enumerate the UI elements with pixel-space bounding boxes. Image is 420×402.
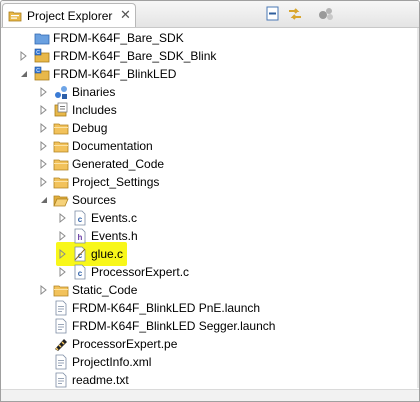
c-source-file-icon: c	[72, 210, 88, 226]
tree-item[interactable]: ProcessorExpert.pe	[1, 335, 419, 353]
tree-item-label: FRDM-K64F_Bare_SDK_Blink	[53, 49, 217, 63]
project-explorer-icon	[8, 9, 22, 26]
tree-item[interactable]: Project_Settings	[1, 173, 419, 191]
tree-item[interactable]: Generated_Code	[1, 155, 419, 173]
svg-text:C: C	[36, 50, 40, 56]
tree-item[interactable]: Debug	[1, 119, 419, 137]
project-icon: C	[34, 48, 50, 64]
tree-item-label: Includes	[72, 103, 117, 117]
tree-item-label: FRDM-K64F_BlinkLED PnE.launch	[72, 301, 261, 315]
view-header: Project Explorer ✕	[1, 1, 419, 28]
svg-text:C: C	[36, 68, 40, 74]
tree-item[interactable]: Documentation	[1, 137, 419, 155]
folder-icon	[53, 174, 69, 190]
folder-icon	[53, 156, 69, 172]
tree-item[interactable]: FRDM-K64F_BlinkLED PnE.launch	[1, 299, 419, 317]
tree-item[interactable]: FRDM-K64F_BlinkLED Segger.launch	[1, 317, 419, 335]
tree-item[interactable]: ProjectInfo.xml	[1, 353, 419, 371]
collapsed-arrow-icon[interactable]	[39, 284, 49, 296]
project-explorer-panel: Project Explorer ✕ FRDM-K64F_Bare_SDK C FR…	[0, 0, 420, 402]
tree-item[interactable]: readme.txt	[1, 371, 419, 389]
tree-item-label: Events.c	[91, 211, 138, 225]
collapsed-arrow-icon[interactable]	[58, 212, 68, 224]
tree-item-label: Documentation	[72, 139, 153, 153]
collapsed-arrow-icon[interactable]	[58, 248, 68, 260]
tree-item-label: Debug	[72, 121, 108, 135]
tree-item[interactable]: c glue.c	[1, 245, 419, 263]
tree-item-label: readme.txt	[72, 373, 129, 387]
expanded-arrow-icon[interactable]	[39, 194, 49, 206]
tree-item-label: FRDM-K64F_Bare_SDK	[53, 31, 184, 45]
tree-item-label: Sources	[72, 193, 117, 207]
tree-item-label: Generated_Code	[72, 157, 165, 171]
collapsed-arrow-icon[interactable]	[39, 104, 49, 116]
project-icon: C	[34, 66, 50, 82]
horizontal-scrollbar[interactable]	[1, 389, 419, 401]
tree-item-label: FRDM-K64F_BlinkLED Segger.launch	[72, 319, 276, 333]
file-icon	[53, 318, 69, 334]
file-icon	[53, 354, 69, 370]
collapsed-arrow-icon[interactable]	[58, 266, 68, 278]
collapsed-arrow-icon[interactable]	[39, 140, 49, 152]
collapsed-arrow-icon[interactable]	[39, 176, 49, 188]
tree-item[interactable]: c Events.c	[1, 209, 419, 227]
tree-item-label: glue.c	[91, 247, 124, 261]
header-file-icon: h	[72, 228, 88, 244]
collapse-all-icon[interactable]	[264, 5, 282, 23]
tree-item-label: ProjectInfo.xml	[72, 355, 152, 369]
tree-item-label: Project_Settings	[72, 175, 160, 189]
tree-item-label: ProcessorExpert.pe	[72, 337, 178, 351]
tree-item-label: Binaries	[72, 85, 116, 99]
binaries-icon	[53, 84, 69, 100]
folder-icon	[53, 282, 69, 298]
tree-item[interactable]: C FRDM-K64F_Bare_SDK_Blink	[1, 47, 419, 65]
svg-text:c: c	[78, 269, 83, 278]
tree-item[interactable]: Binaries	[1, 83, 419, 101]
svg-text:c: c	[78, 215, 83, 224]
tree-item[interactable]: h Events.h	[1, 227, 419, 245]
tree-item[interactable]: Static_Code	[1, 281, 419, 299]
tree-item-label: Static_Code	[72, 283, 138, 297]
tree-item-label: FRDM-K64F_BlinkLED	[53, 67, 177, 81]
tree-item[interactable]: Sources	[1, 191, 419, 209]
svg-text:h: h	[78, 233, 83, 242]
collapsed-arrow-icon[interactable]	[39, 122, 49, 134]
expanded-arrow-icon[interactable]	[19, 68, 29, 80]
file-icon	[53, 300, 69, 316]
folder-icon	[53, 120, 69, 136]
includes-icon	[53, 102, 69, 118]
view-menu-icon[interactable]	[317, 5, 335, 23]
tree-item[interactable]: FRDM-K64F_Bare_SDK	[1, 29, 419, 47]
processor-expert-icon	[53, 336, 69, 352]
folder-icon	[53, 138, 69, 154]
folder-open-icon	[53, 192, 69, 208]
c-source-file-excluded-icon: c	[72, 246, 88, 262]
collapsed-arrow-icon[interactable]	[58, 230, 68, 242]
vertical-scrollbar[interactable]	[417, 28, 419, 388]
file-icon	[53, 372, 69, 388]
tab-project-explorer[interactable]: Project Explorer ✕	[2, 3, 136, 27]
link-with-editor-icon[interactable]	[286, 5, 304, 23]
tree-item-label: ProcessorExpert.c	[91, 265, 190, 279]
c-source-file-icon: c	[72, 264, 88, 280]
collapsed-arrow-icon[interactable]	[39, 86, 49, 98]
collapsed-arrow-icon[interactable]	[19, 50, 29, 62]
tree-item[interactable]: Includes	[1, 101, 419, 119]
tab-label: Project Explorer	[27, 9, 113, 23]
collapsed-arrow-icon[interactable]	[39, 158, 49, 170]
project-closed-icon	[34, 30, 50, 46]
tree-item[interactable]: c ProcessorExpert.c	[1, 263, 419, 281]
tree-item-label: Events.h	[91, 229, 138, 243]
close-icon[interactable]: ✕	[120, 7, 131, 23]
tree-item[interactable]: C FRDM-K64F_BlinkLED	[1, 65, 419, 83]
